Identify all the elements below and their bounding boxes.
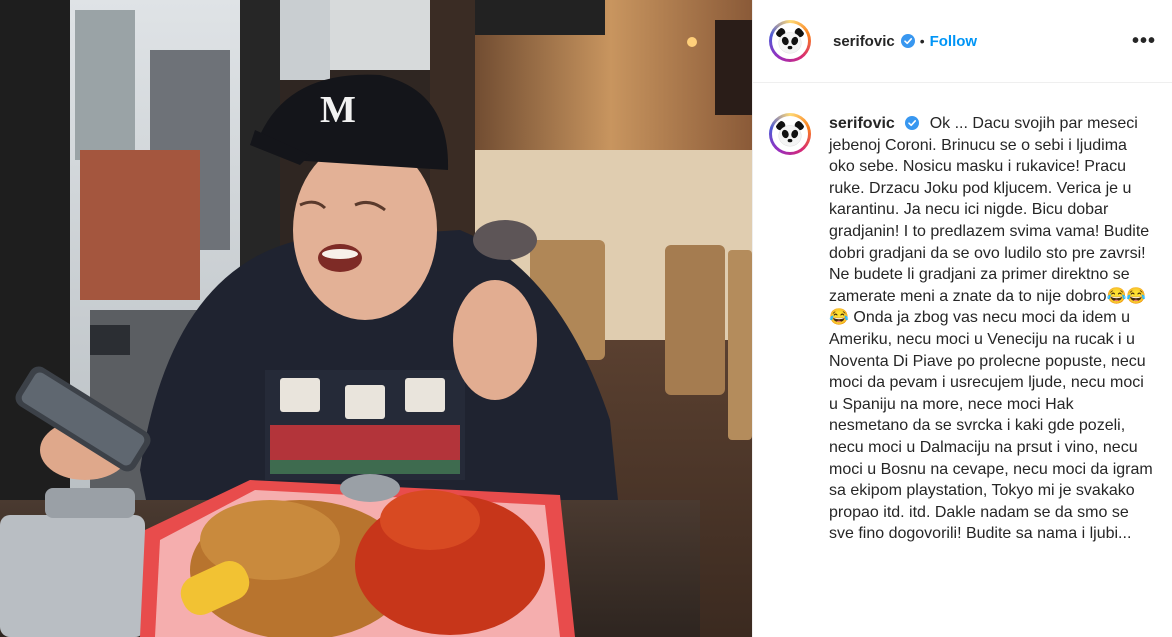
panda-icon [774, 118, 806, 150]
verified-badge-icon [900, 34, 915, 48]
caption-username[interactable]: serifovic [829, 115, 895, 132]
post-sidebar: serifovic • Follow ••• serifovic Ok ... … [752, 0, 1172, 637]
caption-avatar[interactable] [769, 113, 811, 155]
verified-badge-icon [905, 116, 920, 130]
caption-area: serifovic Ok ... Dacu svojih par meseci … [753, 83, 1172, 545]
post-image: M [0, 0, 752, 637]
post-photo[interactable]: M [0, 0, 752, 637]
username[interactable]: serifovic [833, 33, 895, 50]
panda-avatar[interactable] [769, 20, 811, 62]
post-header: serifovic • Follow ••• [753, 0, 1172, 83]
separator-dot: • [919, 33, 925, 49]
follow-button[interactable]: Follow [930, 33, 978, 50]
more-options-icon[interactable]: ••• [1132, 30, 1156, 53]
svg-text:M: M [320, 89, 356, 131]
panda-icon [774, 25, 806, 57]
caption-text: Ok ... Dacu svojih par meseci jebenoj Co… [829, 115, 1153, 543]
post-caption: serifovic Ok ... Dacu svojih par meseci … [829, 113, 1154, 545]
